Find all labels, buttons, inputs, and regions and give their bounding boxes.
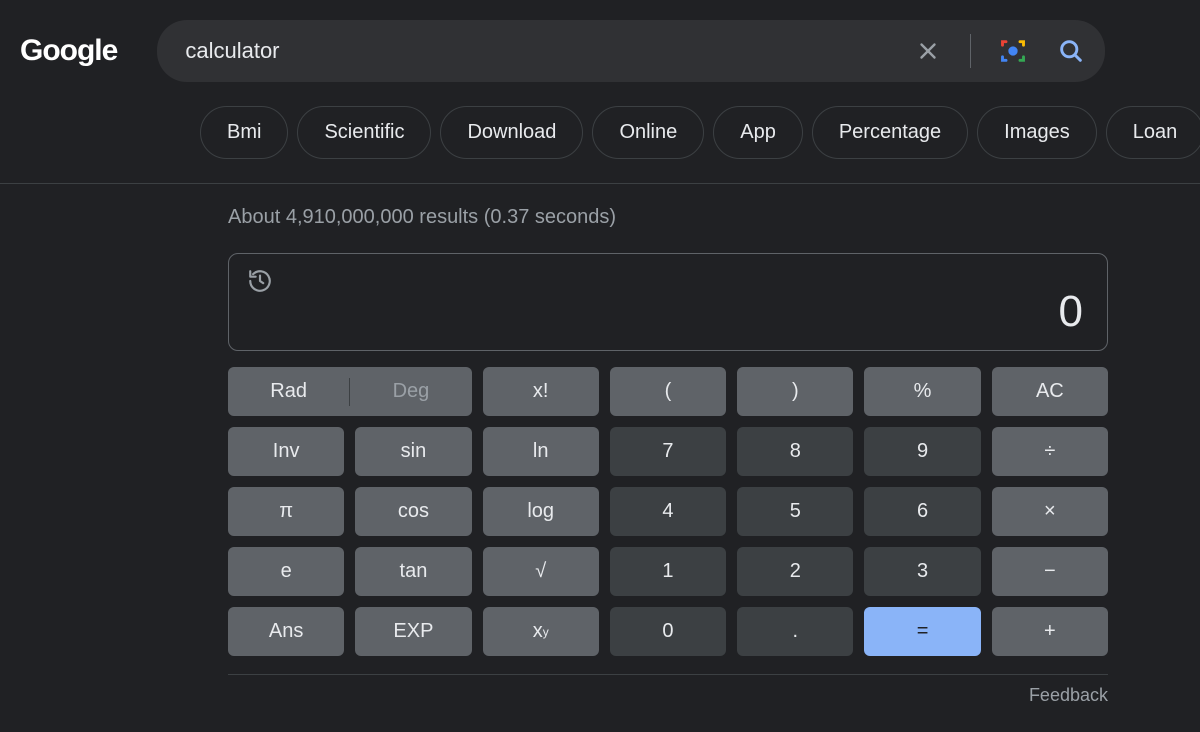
digit-7-button[interactable]: 7	[610, 427, 726, 476]
history-icon[interactable]	[247, 268, 273, 299]
factorial-button[interactable]: x!	[483, 367, 599, 416]
power-button[interactable]: xy	[483, 607, 599, 656]
e-button[interactable]: e	[228, 547, 344, 596]
chip-scientific[interactable]: Scientific	[297, 106, 431, 159]
chip-download[interactable]: Download	[440, 106, 583, 159]
google-logo[interactable]: Google	[16, 34, 117, 68]
ans-button[interactable]: Ans	[228, 607, 344, 656]
decimal-button[interactable]: .	[737, 607, 853, 656]
log-button[interactable]: log	[483, 487, 599, 536]
sin-button[interactable]: sin	[355, 427, 471, 476]
digit-5-button[interactable]: 5	[737, 487, 853, 536]
search-input[interactable]	[185, 38, 908, 64]
digit-6-button[interactable]: 6	[864, 487, 980, 536]
divider	[970, 34, 971, 68]
exp-button[interactable]: EXP	[355, 607, 471, 656]
clear-icon[interactable]	[908, 31, 948, 71]
display-value: 0	[253, 290, 1083, 334]
search-icon[interactable]	[1051, 31, 1091, 71]
chip-percentage[interactable]: Percentage	[812, 106, 968, 159]
rad-deg-toggle: Rad Deg	[228, 367, 472, 416]
ac-button[interactable]: AC	[992, 367, 1108, 416]
ln-button[interactable]: ln	[483, 427, 599, 476]
chip-app[interactable]: App	[713, 106, 803, 159]
lens-icon[interactable]	[993, 31, 1033, 71]
digit-9-button[interactable]: 9	[864, 427, 980, 476]
percent-button[interactable]: %	[864, 367, 980, 416]
chip-bmi[interactable]: Bmi	[200, 106, 288, 159]
result-stats: About 4,910,000,000 results (0.37 second…	[228, 206, 1125, 229]
tan-button[interactable]: tan	[355, 547, 471, 596]
deg-button[interactable]: Deg	[350, 380, 471, 403]
multiply-button[interactable]: ×	[992, 487, 1108, 536]
inv-button[interactable]: Inv	[228, 427, 344, 476]
lparen-button[interactable]: (	[610, 367, 726, 416]
subtract-button[interactable]: −	[992, 547, 1108, 596]
digit-2-button[interactable]: 2	[737, 547, 853, 596]
search-bar	[157, 20, 1105, 82]
feedback-link[interactable]: Feedback	[228, 674, 1108, 706]
chip-online[interactable]: Online	[592, 106, 704, 159]
rad-button[interactable]: Rad	[228, 380, 349, 403]
digit-3-button[interactable]: 3	[864, 547, 980, 596]
add-button[interactable]: +	[992, 607, 1108, 656]
rparen-button[interactable]: )	[737, 367, 853, 416]
pi-button[interactable]: π	[228, 487, 344, 536]
equals-button[interactable]: =	[864, 607, 980, 656]
digit-1-button[interactable]: 1	[610, 547, 726, 596]
digit-4-button[interactable]: 4	[610, 487, 726, 536]
chip-loan[interactable]: Loan	[1106, 106, 1200, 159]
divide-button[interactable]: ÷	[992, 427, 1108, 476]
related-chips: Bmi Scientific Download Online App Perce…	[0, 82, 1200, 159]
chip-images[interactable]: Images	[977, 106, 1097, 159]
sqrt-button[interactable]: √	[483, 547, 599, 596]
digit-0-button[interactable]: 0	[610, 607, 726, 656]
calculator-widget: 0 Rad Deg x! ( ) % AC Inv sin ln 7 8 9 ÷…	[228, 253, 1108, 706]
calculator-display: 0	[228, 253, 1108, 351]
digit-8-button[interactable]: 8	[737, 427, 853, 476]
cos-button[interactable]: cos	[355, 487, 471, 536]
